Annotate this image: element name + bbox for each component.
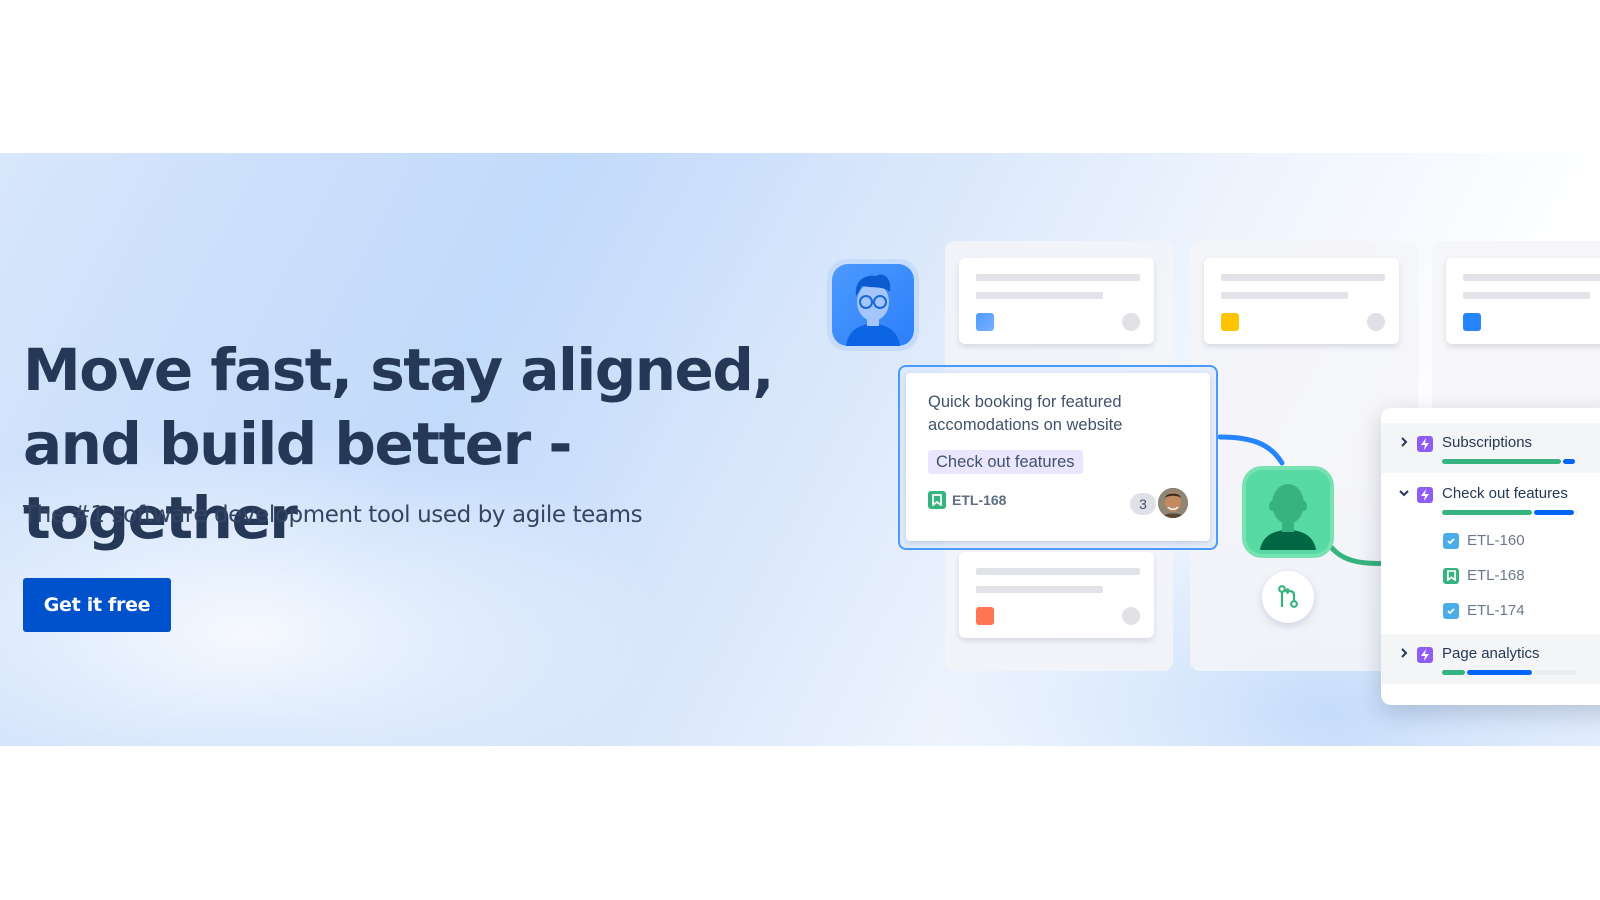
teammate-avatar-icon bbox=[1246, 470, 1330, 554]
progress-segment-todo bbox=[1576, 510, 1577, 515]
progress-segment-todo bbox=[1577, 459, 1578, 464]
placeholder-card bbox=[1446, 258, 1600, 344]
story-bookmark-icon bbox=[928, 491, 946, 509]
chevron-down-icon[interactable] bbox=[1397, 486, 1411, 500]
assignee-avatar bbox=[1158, 488, 1188, 518]
epic-progress-bar bbox=[1442, 670, 1579, 675]
placeholder-line bbox=[976, 568, 1140, 575]
epic-lightning-icon bbox=[1417, 487, 1433, 503]
avatar-tile-green bbox=[1242, 466, 1334, 558]
epics-panel: Subscriptions Check out features ETL-160… bbox=[1381, 408, 1600, 705]
placeholder-card bbox=[959, 552, 1154, 638]
chevron-right-icon[interactable] bbox=[1397, 435, 1411, 449]
epic-row-page-analytics[interactable]: Page analytics bbox=[1381, 634, 1600, 684]
progress-segment-done bbox=[1442, 670, 1465, 675]
placeholder-line bbox=[976, 274, 1140, 281]
issue-key-text: ETL-168 bbox=[952, 492, 1007, 508]
status-square bbox=[976, 313, 994, 331]
placeholder-line bbox=[1463, 274, 1600, 281]
placeholder-card bbox=[959, 258, 1154, 344]
placeholder-line bbox=[976, 292, 1103, 299]
epic-row-check-out-features[interactable]: Check out features bbox=[1381, 474, 1600, 524]
get-it-free-button[interactable]: Get it free bbox=[23, 578, 171, 632]
placeholder-line bbox=[1221, 292, 1348, 299]
child-issue-row[interactable]: ETL-174 bbox=[1443, 602, 1525, 619]
assignee-placeholder bbox=[1122, 607, 1140, 625]
placeholder-card bbox=[1204, 258, 1399, 344]
epic-tag: Check out features bbox=[928, 450, 1083, 474]
status-square bbox=[976, 607, 994, 625]
assignee-placeholder bbox=[1367, 313, 1385, 331]
epic-progress-bar bbox=[1442, 510, 1579, 515]
progress-segment-todo bbox=[1534, 670, 1577, 675]
epic-lightning-icon bbox=[1417, 647, 1433, 663]
placeholder-line bbox=[1463, 292, 1590, 299]
progress-segment-in-progress bbox=[1534, 510, 1574, 515]
issue-key: ETL-168 bbox=[928, 491, 1006, 509]
connector-line-blue bbox=[1217, 434, 1285, 466]
issue-card-title: Quick booking for featured accomodations… bbox=[928, 393, 1123, 434]
comment-count-badge: 3 bbox=[1130, 493, 1156, 515]
epic-label: Subscriptions bbox=[1442, 434, 1533, 451]
hero-section: Move fast, stay aligned, and build bette… bbox=[0, 153, 1600, 746]
epic-row-subscriptions[interactable]: Subscriptions bbox=[1381, 423, 1600, 473]
avatar-tile-blue bbox=[827, 259, 919, 351]
child-issue-row[interactable]: ETL-168 bbox=[1443, 567, 1525, 584]
progress-segment-done bbox=[1442, 459, 1561, 464]
hero-subheadline: The #1 software development tool used by… bbox=[23, 502, 643, 528]
task-checkbox-icon bbox=[1443, 532, 1459, 549]
child-issue-key: ETL-174 bbox=[1467, 602, 1525, 619]
chevron-right-icon[interactable] bbox=[1397, 646, 1411, 660]
epic-label: Check out features bbox=[1442, 485, 1568, 502]
headline-line-1: Move fast, stay aligned, bbox=[23, 336, 774, 404]
placeholder-line bbox=[976, 586, 1103, 593]
child-issue-key: ETL-160 bbox=[1467, 532, 1525, 549]
status-square bbox=[1221, 313, 1239, 331]
task-checkbox-icon bbox=[1443, 602, 1459, 619]
progress-segment-in-progress bbox=[1563, 459, 1575, 464]
status-square bbox=[1463, 313, 1481, 331]
progress-segment-done bbox=[1442, 510, 1532, 515]
child-issue-key: ETL-168 bbox=[1467, 567, 1525, 584]
progress-segment-in-progress bbox=[1467, 670, 1532, 675]
epic-lightning-icon bbox=[1417, 436, 1433, 452]
child-issue-row[interactable]: ETL-160 bbox=[1443, 532, 1525, 549]
placeholder-line bbox=[1221, 274, 1385, 281]
issue-card[interactable]: Quick booking for featured accomodations… bbox=[906, 373, 1210, 541]
assignee-placeholder bbox=[1122, 313, 1140, 331]
epic-progress-bar bbox=[1442, 459, 1579, 464]
epic-label: Page analytics bbox=[1442, 645, 1540, 662]
developer-avatar-icon bbox=[832, 264, 914, 346]
pull-request-bubble bbox=[1262, 571, 1314, 623]
headline-line-2: and build better - together bbox=[23, 410, 572, 552]
pull-request-icon bbox=[1278, 585, 1298, 608]
story-bookmark-icon bbox=[1443, 567, 1459, 584]
